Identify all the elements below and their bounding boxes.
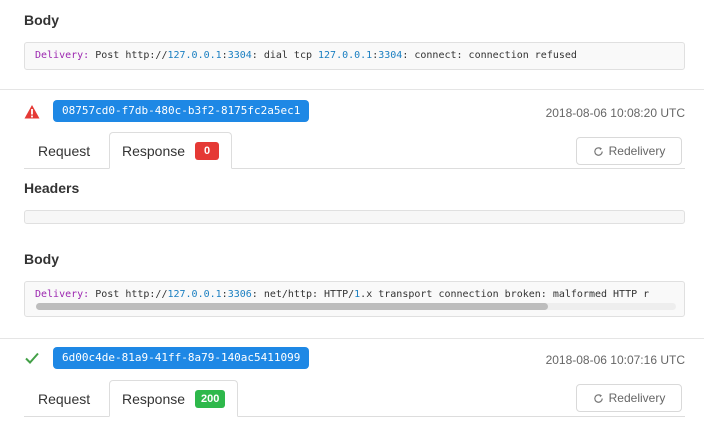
body-log: Delivery: Post http://127.0.0.1:3306: ne… [24, 281, 685, 317]
log-port: 3304 [378, 50, 403, 61]
warning-triangle-icon [24, 105, 40, 119]
redelivery-label: Redelivery [608, 144, 666, 158]
delivery-timestamp: 2018-08-06 10:08:20 UTC [545, 106, 685, 120]
log-ip: 127.0.0.1 [318, 50, 373, 61]
tab-request-label: Request [38, 390, 91, 407]
tab-request[interactable]: Request [24, 132, 104, 169]
log-prefix: Delivery: [35, 50, 90, 61]
delivery-id-badge[interactable]: 08757cd0-f7db-480c-b3f2-8175fc2a5ec1 [53, 100, 310, 122]
refresh-icon [593, 146, 603, 156]
redelivery-label: Redelivery [608, 391, 666, 405]
body-title: Body [24, 12, 59, 28]
log-method: Post http:// [95, 50, 168, 61]
log-ip: 127.0.0.1 [167, 50, 222, 61]
refresh-icon [593, 393, 603, 403]
tab-response[interactable]: Response 200 [109, 380, 239, 417]
delivery-id-badge[interactable]: 6d00c4de-81a9-41ff-8a79-140ac5411099 [53, 347, 310, 369]
headers-title: Headers [24, 180, 80, 196]
log-prefix: Delivery: [35, 289, 90, 300]
log-mid: : net/http: HTTP/ [251, 289, 355, 300]
tab-request-label: Request [38, 142, 91, 159]
log-mid: : dial tcp [251, 50, 319, 61]
horizontal-scrollbar[interactable] [36, 303, 676, 310]
body-log: Delivery: Post http://127.0.0.1:3304: di… [24, 42, 685, 70]
body-title: Body [24, 251, 59, 267]
log-tail: : connect: connection refused [402, 50, 577, 61]
tab-response-label: Response [122, 390, 186, 407]
section-divider [0, 338, 704, 339]
section-divider [0, 89, 704, 90]
log-tail: .x transport connection broken: malforme… [360, 289, 650, 300]
redelivery-button[interactable]: Redelivery [576, 137, 682, 165]
headers-box [24, 210, 685, 224]
check-icon [25, 352, 39, 364]
log-method: Post http:// [95, 289, 168, 300]
delivery-timestamp: 2018-08-06 10:07:16 UTC [545, 353, 685, 367]
tab-response-label: Response [122, 142, 186, 159]
tab-response[interactable]: Response 0 [109, 132, 233, 169]
tab-request[interactable]: Request [24, 380, 104, 417]
response-code-badge: 200 [195, 389, 226, 408]
scrollbar-thumb[interactable] [36, 303, 548, 310]
log-port: 3304 [227, 50, 252, 61]
log-ip: 127.0.0.1 [167, 289, 222, 300]
response-code-badge: 0 [195, 141, 220, 160]
log-port: 3306 [227, 289, 252, 300]
redelivery-button[interactable]: Redelivery [576, 384, 682, 412]
